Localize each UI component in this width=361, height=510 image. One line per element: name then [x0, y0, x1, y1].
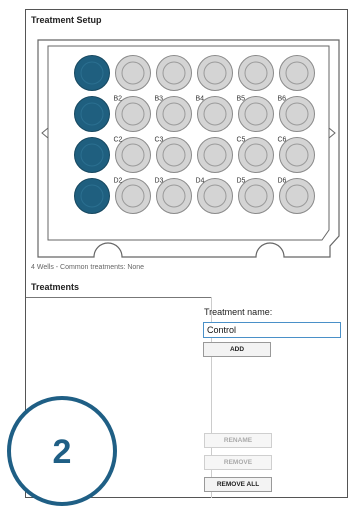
well-label: D6: [278, 178, 287, 185]
step-callout: 2: [7, 396, 117, 506]
well-label: C6: [278, 137, 287, 144]
well-label: B6: [278, 96, 287, 103]
well-plate-graphic: B2 B3 B4 B5 B6 C2 C3 C5 C6 D2 D3 D4 D5 D6: [37, 39, 340, 258]
well-plate: B2 B3 B4 B5 B6 C2 C3 C5 C6 D2 D3 D4 D5 D6: [34, 38, 343, 259]
treatments-divider: [26, 297, 211, 298]
well-a1[interactable]: [74, 55, 110, 91]
treatment-name-input[interactable]: [203, 322, 341, 338]
well-label: B2: [114, 96, 123, 103]
selection-summary: 4 Wells - Common treatments: None: [31, 264, 145, 271]
rename-button[interactable]: RENAME: [204, 433, 272, 448]
well-label: B4: [196, 96, 205, 103]
well-b1[interactable]: [74, 96, 110, 132]
well-a5[interactable]: [238, 55, 274, 91]
well-label: D2: [114, 178, 123, 185]
panel-title: Treatment Setup: [31, 15, 102, 25]
treatment-name-label: Treatment name:: [204, 307, 273, 317]
add-button[interactable]: ADD: [203, 342, 271, 357]
well-c1[interactable]: [74, 137, 110, 173]
well-a4[interactable]: [197, 55, 233, 91]
well-label: C5: [237, 137, 246, 144]
well-label: D5: [237, 178, 246, 185]
well-label: B5: [237, 96, 246, 103]
well-label: C3: [155, 137, 164, 144]
well-a3[interactable]: [156, 55, 192, 91]
well-a6[interactable]: [279, 55, 315, 91]
treatments-heading: Treatments: [31, 282, 80, 292]
well-label: C2: [114, 137, 123, 144]
well-c4[interactable]: [197, 137, 233, 173]
remove-all-button[interactable]: REMOVE ALL: [204, 477, 272, 492]
remove-button[interactable]: REMOVE: [204, 455, 272, 470]
well-label: D3: [155, 178, 164, 185]
well-d1[interactable]: [74, 178, 110, 214]
step-number: 2: [52, 433, 72, 471]
well-label: B3: [155, 96, 164, 103]
well-a2[interactable]: [115, 55, 151, 91]
well-label: D4: [196, 178, 205, 185]
